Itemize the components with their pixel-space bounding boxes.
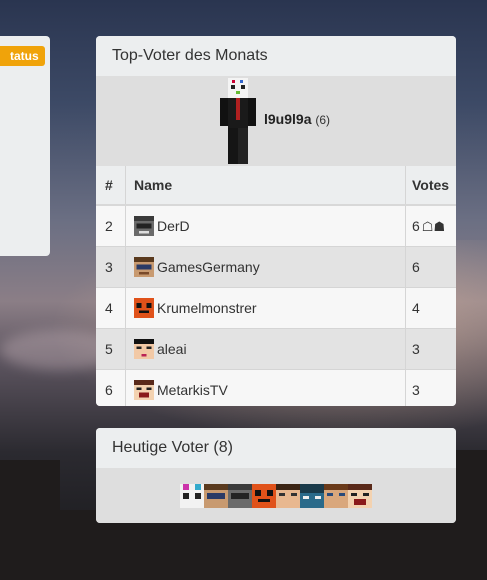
votes-cell: 6 <box>412 217 420 234</box>
player-head-icon <box>134 216 154 236</box>
table-row: 2 DerD 6 ☖☗ <box>96 204 456 247</box>
column-header-votes: Votes <box>405 166 456 206</box>
rank-cell: 6 <box>96 369 126 406</box>
player-head-icon[interactable] <box>228 484 252 508</box>
winner-skin-image <box>220 78 256 164</box>
crown-icon: ☖☗ <box>421 218 446 234</box>
left-panel <box>0 36 50 256</box>
player-head-icon[interactable] <box>276 484 300 508</box>
today-voters-title: Heutige Voter (8) <box>96 428 456 468</box>
rank-cell: 3 <box>96 246 126 288</box>
votes-cell: 4 <box>405 287 456 329</box>
winner-name[interactable]: l9u9l9a <box>264 111 311 127</box>
voter-table: # Name Votes 2 DerD 6 ☖☗ 3 GamesGermany … <box>96 166 456 406</box>
winner-count: (6) <box>315 113 331 127</box>
today-voters-panel: Heutige Voter (8) <box>96 428 456 523</box>
table-row: 4 Krumelmonstrer 4 <box>96 287 456 329</box>
rank-cell: 2 <box>96 204 126 247</box>
player-head-icon[interactable] <box>252 484 276 508</box>
top-voter-panel: Top-Voter des Monats l9u9l9a (6) # Name <box>96 36 456 406</box>
player-name[interactable]: MetarkisTV <box>157 382 228 398</box>
column-header-rank: # <box>96 166 126 206</box>
status-badge[interactable]: tatus <box>0 46 45 66</box>
player-head-icon <box>134 339 154 359</box>
votes-cell: 6 <box>405 246 456 288</box>
player-head-icon <box>134 298 154 318</box>
table-row: 3 GamesGermany 6 <box>96 246 456 288</box>
player-name[interactable]: GamesGermany <box>157 259 260 275</box>
winner-label[interactable]: l9u9l9a (6) <box>264 111 330 127</box>
player-head-icon <box>134 380 154 400</box>
table-header-row: # Name Votes <box>96 166 456 206</box>
today-voters-list <box>96 468 456 523</box>
rank-cell: 5 <box>96 328 126 370</box>
votes-cell: 3 <box>405 328 456 370</box>
player-name[interactable]: DerD <box>157 218 190 234</box>
player-head-icon[interactable] <box>348 484 372 508</box>
player-head-icon <box>134 257 154 277</box>
player-head-icon[interactable] <box>180 484 204 508</box>
player-name[interactable]: aleai <box>157 341 187 357</box>
player-head-icon[interactable] <box>324 484 348 508</box>
player-head-icon[interactable] <box>300 484 324 508</box>
column-header-name: Name <box>125 166 406 206</box>
votes-cell: 3 <box>405 369 456 406</box>
rank-cell: 4 <box>96 287 126 329</box>
top-voter-winner: l9u9l9a (6) <box>96 76 456 166</box>
player-name[interactable]: Krumelmonstrer <box>157 300 257 316</box>
table-row: 5 aleai 3 <box>96 328 456 370</box>
top-voter-title: Top-Voter des Monats <box>96 36 456 76</box>
table-row: 6 MetarkisTV 3 <box>96 369 456 406</box>
player-head-icon[interactable] <box>204 484 228 508</box>
